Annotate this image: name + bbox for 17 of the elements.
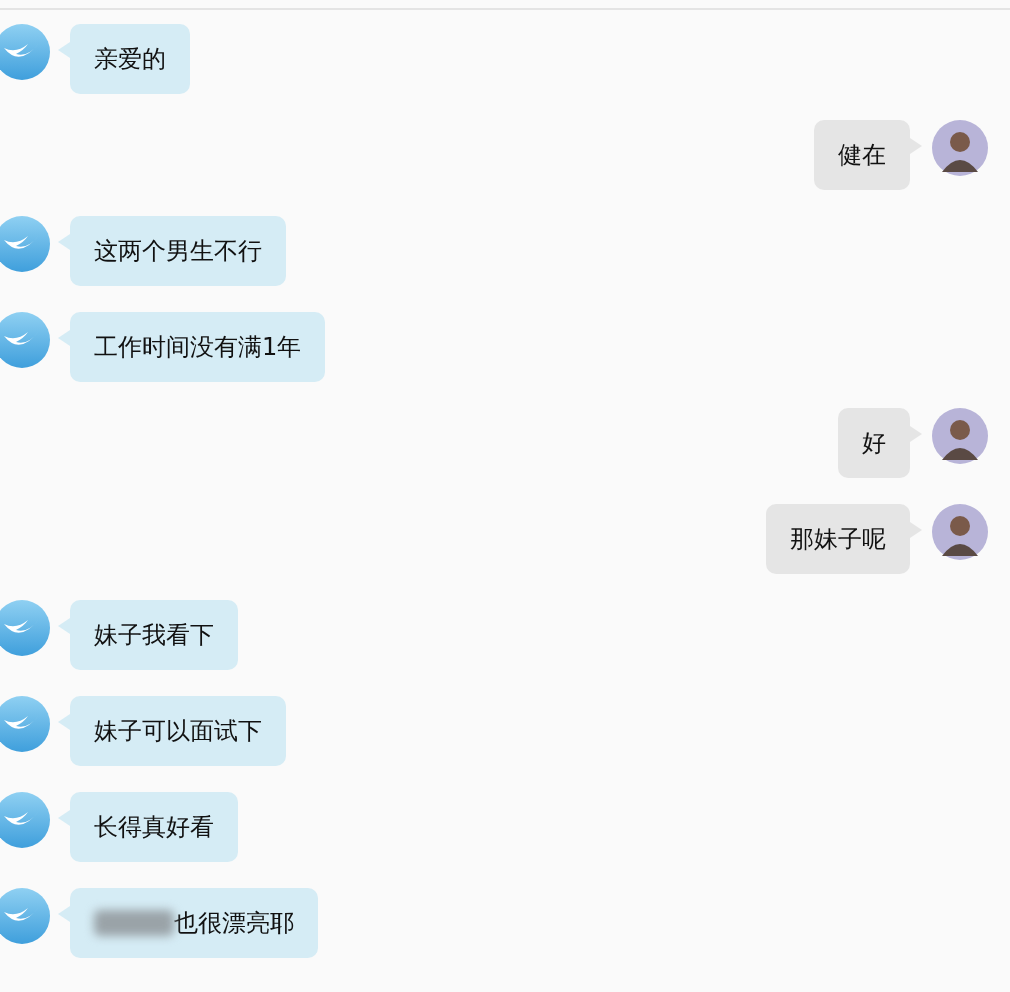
bird-logo-avatar bbox=[0, 792, 50, 848]
bird-logo-avatar bbox=[0, 216, 50, 272]
person-avatar bbox=[932, 504, 988, 560]
bubble-tail bbox=[58, 42, 70, 58]
bubble-tail bbox=[58, 618, 70, 634]
bubble-tail bbox=[58, 810, 70, 826]
bird-logo-avatar bbox=[0, 312, 50, 368]
bubble-tail bbox=[58, 714, 70, 730]
bird-logo-avatar bbox=[0, 24, 50, 80]
message-text: 也很漂亮耶 bbox=[174, 908, 294, 939]
bird-logo-avatar bbox=[0, 600, 50, 656]
bubble-tail bbox=[58, 330, 70, 346]
bubble-tail bbox=[58, 234, 70, 250]
person-avatar bbox=[932, 120, 988, 176]
bird-logo-avatar bbox=[0, 696, 50, 752]
bird-logo-avatar bbox=[0, 888, 50, 944]
person-avatar bbox=[932, 408, 988, 464]
